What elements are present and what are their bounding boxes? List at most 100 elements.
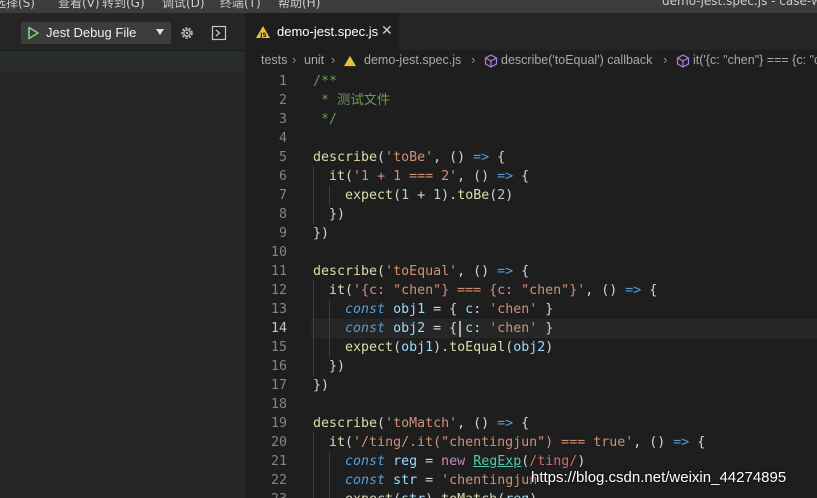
breadcrumb-item-describe[interactable]: describe('toEqual') callback — [501, 53, 652, 67]
line-number: 6 — [278, 169, 287, 184]
breadcrumb-separator: › — [292, 52, 297, 67]
line-number: 13 — [270, 302, 287, 317]
code-line[interactable]: 6 it('1 + 1 === 2', () => { — [245, 167, 817, 186]
line-number: 1 — [278, 74, 287, 89]
code-text: const str = 'chentingjun' — [345, 473, 546, 488]
code-line[interactable]: 2 * 测试文件 — [245, 91, 817, 110]
window-title: demo-jest.spec.js - case-web — [662, 0, 817, 8]
line-number: 15 — [270, 340, 287, 355]
menu-item-debug[interactable]: 调试(D) — [162, 0, 205, 11]
breadcrumb-item-tests[interactable]: tests — [261, 53, 287, 67]
code-line[interactable]: 10 — [245, 243, 817, 262]
code-line[interactable]: 8 }) — [245, 205, 817, 224]
debug-configuration-select[interactable]: Jest Debug File — [21, 22, 171, 44]
code-text: */ — [313, 112, 338, 127]
breadcrumb-item-unit[interactable]: unit — [304, 53, 324, 67]
breadcrumb-separator: › — [663, 52, 668, 67]
line-number: 12 — [270, 283, 287, 298]
method-cube-icon — [676, 54, 690, 68]
line-number: 20 — [270, 435, 287, 450]
line-number: 21 — [270, 454, 287, 469]
line-number: 14 — [270, 321, 287, 336]
code-line[interactable]: 20 it('/ting/.it("chentingjun") === true… — [245, 433, 817, 452]
line-number: 8 — [278, 207, 287, 222]
line-number: 17 — [270, 378, 287, 393]
gear-icon[interactable] — [179, 25, 195, 41]
code-line[interactable]: 14 const obj2 = { c: 'chen' } — [245, 319, 817, 338]
code-line[interactable]: 4 — [245, 129, 817, 148]
code-line[interactable]: 19 describe('toMatch', () => { — [245, 414, 817, 433]
code-line[interactable]: 23 expect(str).toMatch(reg) — [245, 490, 817, 498]
chevron-down-icon[interactable] — [156, 28, 164, 36]
js-file-icon — [344, 55, 356, 67]
breadcrumb-separator: › — [331, 52, 336, 67]
code-line[interactable]: 11 describe('toEqual', () => { — [245, 262, 817, 281]
method-cube-icon — [484, 54, 498, 68]
editor-pane: JS demo-jest.spec.js ✕ tests › unit › de… — [245, 13, 817, 498]
code-line[interactable]: 18 — [245, 395, 817, 414]
close-icon[interactable]: ✕ — [381, 24, 393, 38]
debug-configuration-label: Jest Debug File — [46, 25, 137, 40]
line-number: 7 — [278, 188, 287, 203]
line-number: 5 — [278, 150, 287, 165]
svg-text:JS: JS — [259, 32, 267, 39]
code-line[interactable]: 13 const obj1 = { c: 'chen' } — [245, 300, 817, 319]
code-text: expect(str).toMatch(reg) — [313, 490, 537, 498]
debug-sidebar: Jest Debug File — [0, 13, 245, 498]
code-text: describe('toEqual', () => { — [313, 264, 530, 279]
debug-console-icon[interactable] — [211, 25, 227, 41]
code-text: }) — [313, 378, 330, 393]
breadcrumb: tests › unit › demo-jest.spec.js › descr… — [245, 50, 817, 72]
line-number: 16 — [270, 359, 287, 374]
code-text: it('{c: "chen"} === {c: "chen"}', () => … — [329, 283, 658, 298]
tab-label: demo-jest.spec.js — [277, 24, 379, 39]
breadcrumb-item-it[interactable]: it('{c: "chen"} === {c: "chen"}') callba… — [693, 53, 817, 67]
line-number: 10 — [270, 245, 287, 260]
code-text: const obj1 = { c: 'chen' } — [345, 302, 554, 317]
line-number: 2 — [278, 93, 287, 108]
menu-bar: 选择(S) 查看(V) 转到(G) 调试(D) 终端(T) 帮助(H) demo… — [0, 0, 817, 13]
code-line[interactable]: 17}) — [245, 376, 817, 395]
menu-item-help[interactable]: 帮助(H) — [278, 0, 320, 11]
line-number: 23 — [245, 490, 287, 498]
line-number: 9 — [278, 226, 287, 241]
menu-item-terminal[interactable]: 终端(T) — [220, 0, 261, 11]
line-number: 4 — [278, 131, 287, 146]
code-line[interactable]: 1 /** — [245, 72, 817, 91]
code-text: describe('toBe', () => { — [313, 150, 506, 165]
code-line[interactable]: 15 expect(obj1).toEqual(obj2) — [245, 338, 817, 357]
code-line[interactable]: 9}) — [245, 224, 817, 243]
code-line[interactable]: 3 */ — [245, 110, 817, 129]
breadcrumb-separator: › — [471, 52, 476, 67]
code-line[interactable]: 16 }) — [245, 357, 817, 376]
play-icon[interactable] — [26, 26, 40, 40]
debug-toolbar: Jest Debug File — [0, 13, 245, 50]
code-text: const obj2 = { c: 'chen' } — [345, 321, 554, 336]
code-text: }) — [313, 226, 330, 241]
sidebar-section-header[interactable] — [0, 50, 245, 72]
line-number: 19 — [270, 416, 287, 431]
code-text: expect(1 + 1).toBe(2) — [345, 188, 514, 203]
tab-demo-jest-spec[interactable]: JS demo-jest.spec.js ✕ — [245, 13, 399, 50]
line-number: 22 — [270, 473, 287, 488]
code-text: }) — [313, 359, 346, 374]
code-editor[interactable]: 1/** 2 * 测试文件 3 */4 5 describe('toBe', () =>… — [245, 72, 817, 498]
code-text: }) — [313, 207, 346, 222]
code-text: it('1 + 1 === 2', () => { — [329, 169, 530, 184]
text-cursor — [459, 321, 461, 337]
menu-item-view[interactable]: 查看(V) — [58, 0, 100, 11]
js-file-icon: JS — [256, 26, 270, 39]
menu-item-go[interactable]: 转到(G) — [102, 0, 145, 11]
code-line[interactable]: 12 it('{c: "chen"} === {c: "chen"}', () … — [245, 281, 817, 300]
editor-tab-bar: JS demo-jest.spec.js ✕ — [245, 13, 817, 50]
breadcrumb-item-file[interactable]: demo-jest.spec.js — [364, 53, 461, 67]
watermark: https://blog.csdn.net/weixin_44274895 — [531, 469, 787, 486]
code-line[interactable]: 5 describe('toBe', () => { — [245, 148, 817, 167]
code-text: describe('toMatch', () => { — [313, 416, 530, 431]
code-line[interactable]: 7 expect(1 + 1).toBe(2) — [245, 186, 817, 205]
menu-item-selection[interactable]: 选择(S) — [0, 0, 35, 11]
line-number: 11 — [270, 264, 287, 279]
line-number: 3 — [278, 112, 287, 127]
code-text: it('/ting/.it("chentingjun") === true', … — [329, 435, 706, 450]
code-text: * 测试文件 — [313, 93, 391, 108]
